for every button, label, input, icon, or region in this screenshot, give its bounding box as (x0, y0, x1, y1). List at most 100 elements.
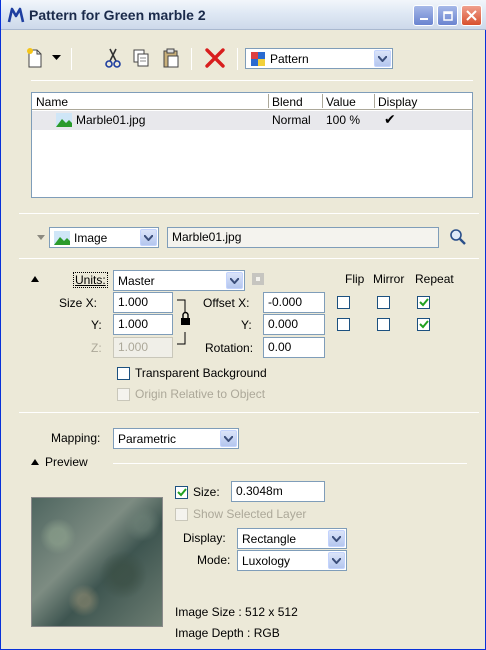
pattern-type-select[interactable]: Pattern (245, 48, 393, 69)
units-value: Master (118, 273, 155, 288)
checkmark-icon (418, 320, 429, 329)
size-x-label: Size X: (59, 296, 98, 310)
chevron-down-icon (328, 552, 345, 569)
origin-relative-checkbox (117, 388, 130, 401)
collapse-preview-icon[interactable] (31, 459, 39, 465)
collapse-layer-icon[interactable] (37, 235, 45, 240)
copy-button[interactable] (129, 46, 153, 70)
chevron-down-icon (374, 50, 391, 67)
checkmark-icon (176, 488, 187, 497)
column-header-name[interactable]: Name (36, 95, 68, 109)
mirror-x-checkbox[interactable] (377, 296, 390, 309)
display-label: Display: (183, 531, 226, 545)
image-type-icon (54, 230, 70, 245)
repeat-y-checkbox[interactable] (417, 318, 430, 331)
rotation-field[interactable]: 0.00 (263, 337, 325, 358)
toolbar: Pattern (13, 40, 475, 76)
chevron-down-icon (220, 430, 237, 447)
units-label: Units: (73, 272, 108, 288)
window-title: Pattern for Green marble 2 (29, 7, 206, 23)
show-selected-layer-checkbox (175, 508, 188, 521)
display-value: Rectangle (242, 531, 297, 546)
close-button[interactable] (461, 5, 482, 26)
display-check-icon[interactable]: ✔ (384, 111, 396, 128)
mirror-y-checkbox[interactable] (377, 318, 390, 331)
preview-label: Preview (45, 455, 88, 469)
layer-name: Marble01.jpg (76, 113, 146, 127)
copy-icon (133, 49, 149, 67)
layer-value: 100 % (326, 113, 361, 127)
flip-header: Flip (345, 272, 365, 286)
chevron-down-icon (226, 272, 243, 289)
column-header-display[interactable]: Display (378, 95, 417, 109)
layer-blend: Normal (272, 113, 311, 127)
transparent-background-checkbox[interactable] (117, 367, 130, 380)
paste-button[interactable] (159, 46, 183, 70)
close-icon (466, 10, 477, 21)
offset-y-label: Y: (241, 318, 252, 332)
size-y-field[interactable]: 1.000 (113, 314, 173, 335)
mirror-header: Mirror (373, 272, 405, 286)
column-header-value[interactable]: Value (326, 95, 356, 109)
marble-preview-image (31, 497, 163, 627)
mapping-select[interactable]: Parametric (113, 428, 239, 449)
units-link-icon[interactable] (251, 272, 265, 286)
repeat-header: Repeat (415, 272, 454, 286)
mode-label: Mode: (197, 553, 231, 567)
scissors-icon (105, 48, 121, 68)
column-header-blend[interactable]: Blend (272, 95, 303, 109)
list-header: Name Blend Value Display (32, 93, 472, 110)
mapping-value: Parametric (118, 431, 177, 446)
rotation-label: Rotation: (205, 341, 254, 355)
dropdown-arrow-icon (51, 55, 61, 60)
pattern-icon (251, 51, 265, 66)
app-logo-icon (7, 7, 25, 23)
offset-x-field[interactable]: -0.000 (263, 292, 325, 313)
size-z-label: Z: (91, 341, 102, 355)
new-layer-button[interactable] (23, 46, 47, 70)
layer-list[interactable]: Name Blend Value Display Marble01.jpg No… (31, 92, 473, 198)
checkmark-icon (418, 298, 429, 307)
cut-button[interactable] (101, 46, 125, 70)
paste-icon (163, 48, 179, 68)
minimize-button[interactable] (413, 5, 434, 26)
offset-y-field[interactable]: 0.000 (263, 314, 325, 335)
mapping-label: Mapping: (51, 431, 101, 445)
flip-x-checkbox[interactable] (337, 296, 350, 309)
list-item[interactable]: Marble01.jpg Normal 100 % ✔ (32, 111, 472, 130)
offset-x-label: Offset X: (203, 296, 250, 310)
origin-relative-label: Origin Relative to Object (135, 387, 266, 401)
layer-type-value: Image (74, 230, 108, 245)
preview-size-field[interactable]: 0.3048m (231, 481, 325, 502)
size-x-field[interactable]: 1.000 (113, 292, 173, 313)
delete-x-icon (205, 48, 225, 68)
maximize-button[interactable] (437, 5, 458, 26)
image-layer-icon (56, 113, 72, 127)
mode-select[interactable]: Luxology (237, 550, 347, 571)
show-selected-layer-label: Show Selected Layer (193, 507, 307, 521)
flip-y-checkbox[interactable] (337, 318, 350, 331)
browse-search-icon[interactable] (449, 228, 467, 246)
preview-size-checkbox[interactable] (175, 486, 188, 499)
display-select[interactable]: Rectangle (237, 528, 347, 549)
image-file-field[interactable]: Marble01.jpg (167, 227, 439, 248)
maximize-icon (442, 10, 453, 21)
image-size-text: Image Size : 512 x 512 (175, 605, 298, 619)
chevron-down-icon (140, 229, 157, 246)
size-z-field: 1.000 (113, 337, 173, 358)
units-select[interactable]: Master (113, 270, 245, 291)
lock-aspect-icon[interactable] (175, 298, 195, 346)
chevron-down-icon (328, 530, 345, 547)
new-layer-dropdown[interactable] (49, 46, 63, 70)
title-bar[interactable]: Pattern for Green marble 2 (1, 0, 486, 30)
layer-type-select[interactable]: Image (49, 227, 159, 248)
transparent-background-label[interactable]: Transparent Background (135, 366, 267, 380)
image-depth-text: Image Depth : RGB (175, 626, 280, 640)
minimize-icon (419, 17, 428, 20)
collapse-settings-icon[interactable] (31, 276, 39, 282)
delete-button[interactable] (203, 46, 227, 70)
repeat-x-checkbox[interactable] (417, 296, 430, 309)
mode-value: Luxology (242, 553, 291, 568)
pattern-type-value: Pattern (270, 51, 309, 66)
pattern-window: Pattern for Green marble 2 Pattern Name … (0, 0, 486, 650)
